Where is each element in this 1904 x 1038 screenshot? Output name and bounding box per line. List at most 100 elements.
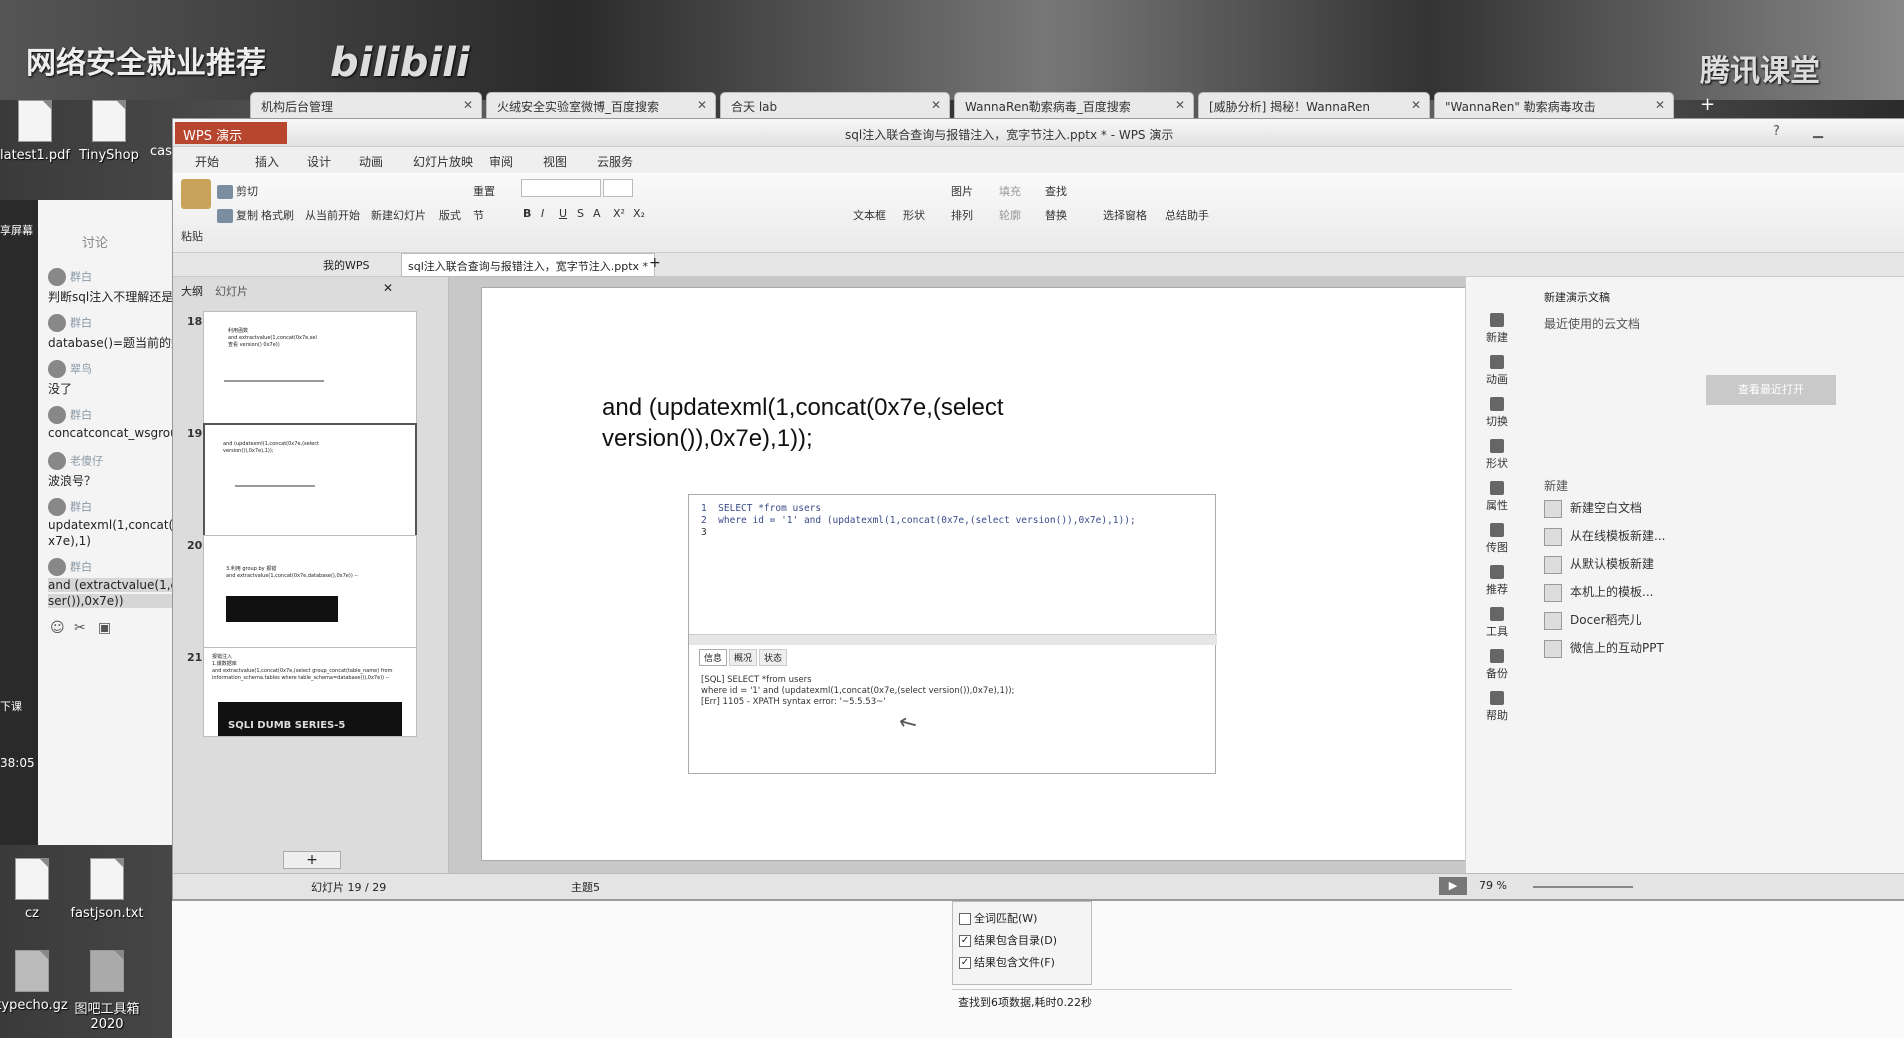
wechat-interactive-ppt[interactable]: 微信上的互动PPT [1544,639,1664,658]
tab-my-wps[interactable]: 我的WPS [323,257,370,273]
option-include-dirs[interactable]: ✓ 结果包含目录(D) [959,932,1057,948]
outline-button[interactable]: 轮廓 [999,207,1021,223]
fill-button[interactable]: 填充 [999,183,1021,199]
underline-button[interactable]: U [559,207,567,220]
sidebar-animation[interactable]: 动画 [1480,355,1514,387]
reset-button[interactable]: 重置 [473,183,495,199]
new-blank-doc[interactable]: 新建空白文档 [1544,499,1642,518]
paste-button[interactable]: 粘贴 [181,228,203,244]
paste-icon[interactable] [181,179,211,209]
italic-button[interactable]: I [541,207,544,220]
find-button[interactable]: 查找 [1045,183,1067,199]
sidebar-upload[interactable]: 传图 [1480,523,1514,555]
tab-info[interactable]: 信息 [699,649,728,666]
wps-menu-bar: 开始 插入 设计 动画 幻灯片放映 审阅 视图 云服务 [173,147,1904,173]
desktop-icon-cas[interactable]: cas [150,144,172,159]
add-tab-icon[interactable]: + [649,255,661,271]
sidebar-properties[interactable]: 属性 [1480,481,1514,513]
chat-message: 群白 [48,406,176,424]
sidebar-help[interactable]: 帮助 [1480,691,1514,723]
sidebar-shape[interactable]: 形状 [1480,439,1514,471]
current-slide[interactable]: and (updatexml(1,concat(0x7e,(select ver… [481,287,1495,861]
option-include-files[interactable]: ✓ 结果包含文件(F) [959,954,1055,970]
browser-tab[interactable]: "WannaRen" 勒索病毒攻击 ✕ [1434,92,1674,118]
font-size-select[interactable] [603,179,633,197]
browser-tab[interactable]: 合天 lab ✕ [720,92,950,118]
new-tab-button[interactable]: + [1700,94,1715,115]
arrange-button[interactable]: 排列 [951,207,973,223]
desktop-icon-tinyshop[interactable]: TinyShop [64,100,154,163]
bold-button[interactable]: B [523,207,531,220]
menu-animation[interactable]: 动画 [359,153,383,170]
menu-design[interactable]: 设计 [307,153,331,170]
add-slide-button[interactable]: + [283,851,341,869]
from-current-button[interactable]: 从当前开始 [305,207,360,223]
browser-tab[interactable]: [威胁分析] 揭秘！WannaRen ✕ [1198,92,1430,118]
tab-status[interactable]: 状态 [759,649,788,666]
view-recent-button[interactable]: 查看最近打开 [1706,375,1836,405]
sidebar-tools[interactable]: 工具 [1480,607,1514,639]
format-painter-button[interactable]: 格式刷 [261,207,294,223]
scissors-icon[interactable]: ✂ [74,620,86,636]
default-template-icon [1544,555,1562,574]
browser-tab[interactable]: 火绒安全实验室微博_百度搜索 ✕ [486,92,716,118]
picture-button[interactable]: 图片 [951,183,973,199]
menu-cloud[interactable]: 云服务 [597,153,633,170]
share-screen-label[interactable]: 享屏幕 [0,222,33,238]
slide-thumbnail-19[interactable]: and (updatexml(1,concat(0x7e,(select vers… [203,423,417,547]
browser-tab[interactable]: 机构后台管理 ✕ [250,92,482,118]
cut-button[interactable]: 剪切 [217,183,258,199]
menu-slideshow[interactable]: 幻灯片放映 [413,153,473,170]
tab-current-doc[interactable]: sql注入联合查询与报错注入，宽字节注入.pptx * [401,253,656,277]
emoji-icon[interactable]: ☺ [50,620,65,636]
new-from-default-template[interactable]: 从默认模板新建 [1544,555,1654,574]
docer-link[interactable]: Docer稻壳儿 [1544,611,1642,630]
slide-text[interactable]: and (updatexml(1,concat(0x7e,(select ver… [602,392,1122,454]
local-templates[interactable]: 本机上的模板... [1544,583,1653,602]
layout-button[interactable]: 版式 [439,207,461,223]
recent-cloud-docs[interactable]: 最近使用的云文档 [1544,315,1640,332]
section-button[interactable]: 节 [473,207,484,223]
menu-review[interactable]: 审阅 [489,153,513,170]
new-from-online-template[interactable]: 从在线模板新建... [1544,527,1665,546]
copy-button[interactable]: 复制 [217,207,258,223]
slide-thumbnail-21[interactable]: 报错注入 1.爆数据库 and extractvalue(1,concat(0x7e… [203,647,417,737]
wps-app-button[interactable]: WPS 演示 [175,122,287,144]
minimize-icon[interactable]: ▁ [1813,124,1823,139]
summary-assistant-button[interactable]: 总结助手 [1165,207,1209,223]
play-slideshow-icon[interactable]: ▶ [1439,877,1467,895]
replace-button[interactable]: 替换 [1045,207,1067,223]
zoom-slider[interactable] [1533,886,1633,888]
close-icon[interactable]: ✕ [383,281,393,295]
help-icon[interactable]: ? [1773,124,1780,139]
selection-pane-button[interactable]: 选择窗格 [1103,207,1147,223]
slide-thumbnail-20[interactable]: 3.利用 group by 报错 and extractvalue(1,conca… [203,535,417,659]
tab-slides[interactable]: 幻灯片 [215,283,248,299]
font-name-select[interactable] [521,179,601,197]
end-class-label[interactable]: 下课 [0,698,22,714]
tab-overview[interactable]: 概况 [729,649,758,666]
shape-button[interactable]: 形状 [903,207,925,223]
strikethrough-button[interactable]: S [577,207,584,220]
font-color-button[interactable]: A [593,207,601,220]
menu-view[interactable]: 视图 [543,153,567,170]
new-presentation-dropdown[interactable]: 新建演示文稿 [1544,289,1610,305]
sidebar-transition[interactable]: 切换 [1480,397,1514,429]
desktop-icon-fastjson[interactable]: fastjson.txt [62,858,152,921]
menu-insert[interactable]: 插入 [255,153,279,170]
sidebar-recommend[interactable]: 推荐 [1480,565,1514,597]
subscript-button[interactable]: X₂ [633,207,645,220]
browser-tab[interactable]: WannaRen勒索病毒_百度搜索 ✕ [954,92,1194,118]
scrollbar[interactable] [689,635,1217,645]
sidebar-backup[interactable]: 备份 [1480,649,1514,681]
textbox-button[interactable]: 文本框 [853,207,886,223]
menu-home[interactable]: 开始 [195,153,219,170]
image-icon[interactable]: ▣ [98,620,111,636]
slide-thumbnail-18[interactable]: 利用函数 and extractvalue(1,concat(0x7e,sel 查看… [203,311,417,435]
desktop-icon-toolbox[interactable]: 图吧工具箱 2020 [62,950,152,1032]
new-slide-button[interactable]: 新建幻灯片 [371,207,426,223]
option-whole-word[interactable]: 全词匹配(W) [959,910,1037,926]
tab-outline[interactable]: 大纲 [181,283,203,299]
sidebar-new[interactable]: 新建 [1480,313,1514,345]
superscript-button[interactable]: X² [613,207,625,220]
